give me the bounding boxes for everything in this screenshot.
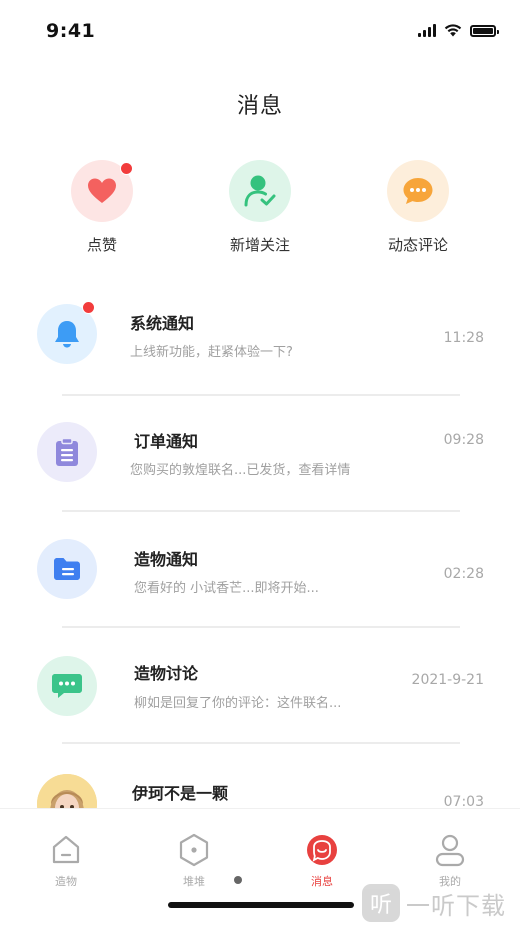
list-item-system-notice[interactable]: 系统通知 上线新功能，赶紧体验一下? 11:28 <box>0 290 520 406</box>
tab-profile[interactable]: 我的 <box>410 833 490 889</box>
message-title: 造物通知 <box>134 550 199 569</box>
tab-pile[interactable]: 堆堆 <box>154 833 234 889</box>
quick-action-new-followers[interactable]: 新增关注 <box>200 160 320 255</box>
message-time: 2021-9-21 <box>411 672 484 688</box>
watermark-text: 一听下载 <box>406 891 506 920</box>
clipboard-icon <box>56 437 78 466</box>
divider <box>62 394 460 396</box>
notification-badge <box>120 162 133 175</box>
divider <box>62 510 460 512</box>
chat-bubble-icon <box>403 178 433 204</box>
divider <box>62 742 460 744</box>
chat-dots-icon <box>52 674 82 698</box>
message-icon <box>305 833 339 867</box>
message-preview: 您看好的 小试香芒...即将开始... <box>134 581 319 596</box>
user-check-icon <box>244 175 276 207</box>
comments-icon-circle <box>387 160 449 222</box>
quick-action-likes[interactable]: 点赞 <box>42 160 162 255</box>
message-preview: 您购买的敦煌联名...已发货，查看详情 <box>130 463 351 478</box>
wifi-icon <box>444 24 462 37</box>
bell-icon <box>55 321 79 348</box>
home-icon <box>49 833 83 867</box>
quick-action-label: 动态评论 <box>387 236 448 254</box>
creation-discussion-avatar <box>37 656 97 716</box>
tab-label: 堆堆 <box>183 875 205 888</box>
watermark: 听 一听下载 <box>362 884 506 922</box>
order-notice-avatar <box>37 422 97 482</box>
message-time: 11:28 <box>443 330 484 346</box>
watermark-logo: 听 <box>362 884 400 922</box>
quick-action-comments[interactable]: 动态评论 <box>358 160 478 255</box>
quick-action-label: 点赞 <box>86 236 117 254</box>
message-preview: 柳如是回复了你的评论：这件联名... <box>134 696 342 711</box>
system-notice-avatar <box>37 301 97 364</box>
page-indicator-dot <box>234 876 242 884</box>
creation-notice-avatar <box>37 539 97 599</box>
message-time: 02:28 <box>443 566 484 582</box>
quick-actions: 点赞 新增关注 动态评论 <box>0 160 520 260</box>
notification-badge <box>82 301 95 314</box>
tab-messages[interactable]: 消息 <box>282 833 362 889</box>
page-title: 消息 <box>236 94 283 119</box>
home-indicator[interactable] <box>168 902 354 908</box>
status-time: 9:41 <box>46 20 96 42</box>
list-item-creation-notice[interactable]: 造物通知 您看好的 小试香芒...即将开始... 02:28 <box>0 524 520 640</box>
message-time: 09:28 <box>443 432 484 448</box>
quick-action-label: 新增关注 <box>229 236 290 254</box>
message-preview: 上线新功能，赶紧体验一下? <box>130 345 293 360</box>
message-title: 系统通知 <box>130 314 195 333</box>
status-icons <box>418 24 499 37</box>
tab-creation[interactable]: 造物 <box>26 833 106 889</box>
tab-label: 造物 <box>55 875 77 888</box>
message-title: 订单通知 <box>134 432 199 451</box>
list-item-creation-discussion[interactable]: 造物讨论 柳如是回复了你的评论：这件联名... 2021-9-21 <box>0 640 520 756</box>
divider <box>62 626 460 628</box>
status-bar: 9:41 <box>0 0 520 62</box>
message-title: 造物讨论 <box>134 664 199 683</box>
list-item-order-notice[interactable]: 订单通知 您购买的敦煌联名...已发货，查看详情 09:28 <box>0 406 520 522</box>
heart-icon <box>88 178 116 203</box>
followers-icon-circle <box>229 160 291 222</box>
tab-label: 消息 <box>311 875 333 888</box>
message-title: 伊珂不是一颗 <box>132 784 229 803</box>
folder-icon <box>54 558 80 580</box>
battery-icon <box>470 24 499 37</box>
likes-icon-circle <box>71 160 133 222</box>
person-icon <box>433 833 467 867</box>
signal-icon <box>418 24 436 37</box>
hexagon-icon <box>177 833 211 867</box>
